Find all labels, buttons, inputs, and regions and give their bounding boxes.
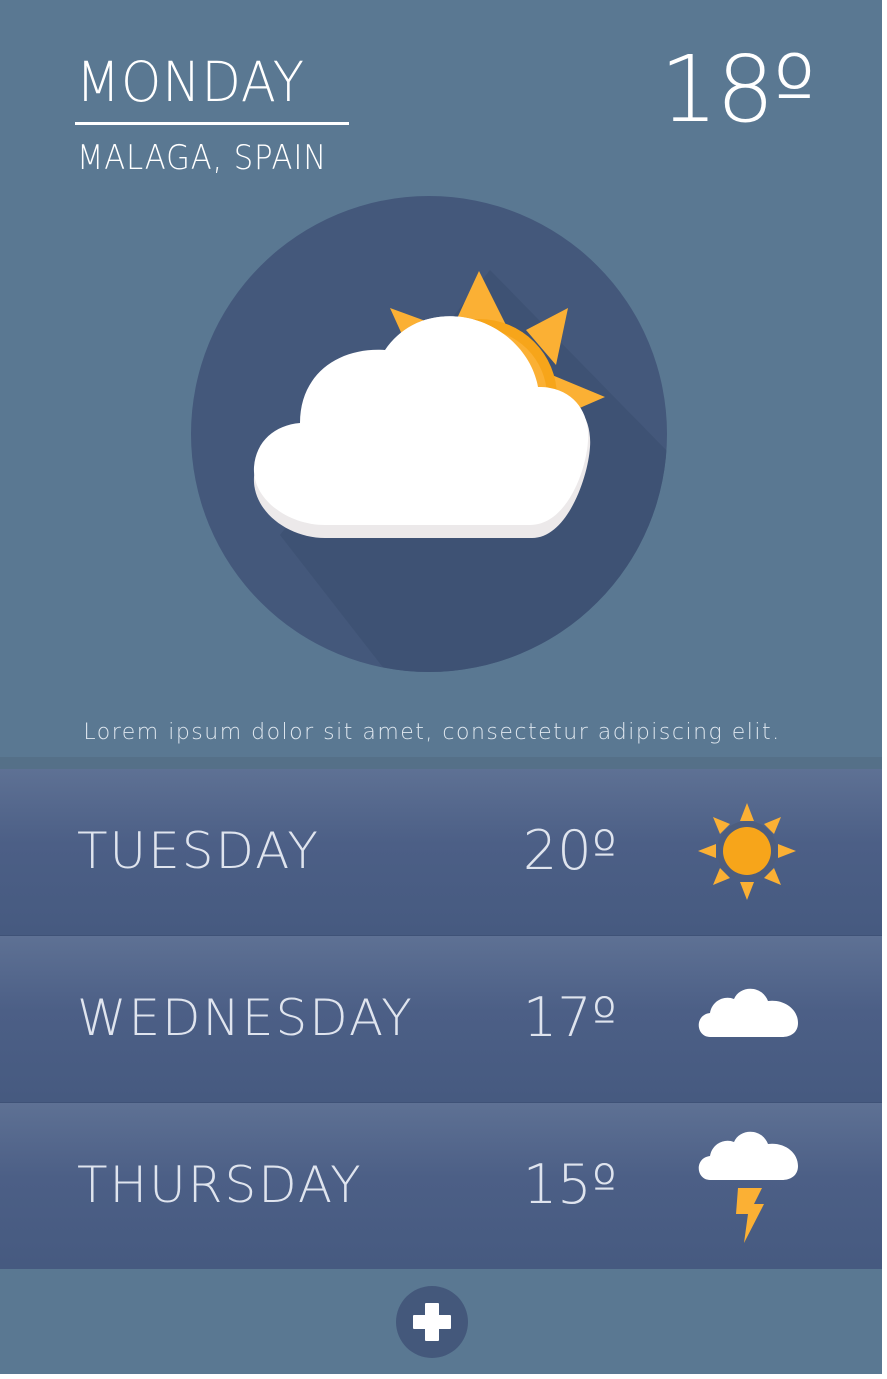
title-underline [75,122,349,125]
frame-edge-right [882,0,887,1379]
current-temperature: 18º [659,36,816,143]
forecast-day: WEDNESDAY [77,989,414,1047]
weather-app: MONDAY MALAGA, SPAIN 18º Lorem ipsum dol… [0,0,882,1374]
forecast-row-thursday[interactable]: THURSDAY 15º [0,1103,882,1270]
partly-cloudy-icon [190,195,668,673]
forecast-temperature: 20º [522,819,618,882]
forecast-day: THURSDAY [77,1156,363,1214]
forecast-row-tuesday[interactable]: TUESDAY 20º [0,769,882,936]
forecast-temperature: 15º [522,1153,618,1216]
forecast-row-wednesday[interactable]: WEDNESDAY 17º [0,936,882,1103]
frame-edge-bottom [0,1374,887,1379]
add-city-button[interactable] [396,1286,468,1358]
weather-description: Lorem ipsum dolor sit amet, consectetur … [83,720,781,745]
forecast-day: TUESDAY [77,822,320,880]
cloud-icon [690,961,805,1076]
storm-icon [690,1128,805,1243]
forecast-temperature: 17º [522,986,618,1049]
sun-icon [690,794,805,909]
plus-icon [413,1303,451,1341]
location-label: MALAGA, SPAIN [77,138,328,178]
current-day-title: MONDAY [76,50,305,114]
forecast-list: TUESDAY 20º WEDNESDAY 17º THURSDAY 15º [0,769,882,1270]
section-divider [0,757,882,769]
